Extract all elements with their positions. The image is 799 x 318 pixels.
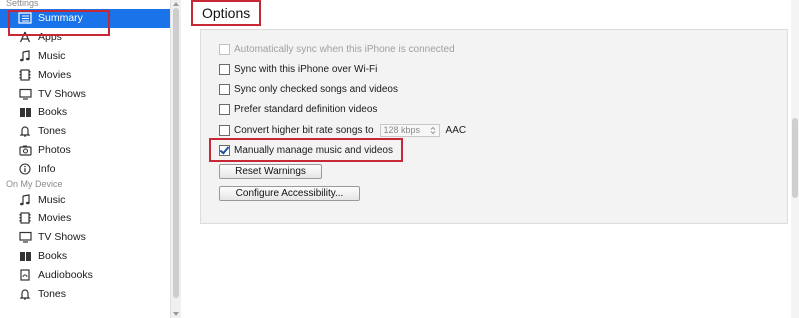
sidebar-item-label: Summary <box>38 12 83 25</box>
device-item-audiobooks[interactable]: Audiobooks <box>0 265 170 284</box>
auto-sync-checkbox[interactable] <box>219 43 230 55</box>
bitrate-select-value: 128 kbps <box>383 125 421 135</box>
bell-icon <box>18 124 32 138</box>
chevron-updown-icon <box>430 126 435 134</box>
sidebar-item-info[interactable]: Info <box>0 159 170 178</box>
wifi-sync-option[interactable]: Sync with this iPhone over Wi-Fi <box>219 62 377 76</box>
film-icon <box>18 68 32 82</box>
sidebar-item-label: TV Shows <box>38 87 86 100</box>
sidebar-item-label: Music <box>38 193 66 206</box>
sidebar-item-label: Tones <box>38 287 67 300</box>
convert-bitrate-option[interactable]: Convert higher bit rate songs to 128 kbp… <box>219 123 466 137</box>
standard-definition-option[interactable]: Prefer standard definition videos <box>219 102 377 116</box>
camera-icon <box>18 143 32 157</box>
summary-icon <box>18 11 32 25</box>
auto-sync-option[interactable]: Automatically sync when this iPhone is c… <box>219 42 455 56</box>
option-label: Sync only checked songs and videos <box>234 83 398 95</box>
device-item-books[interactable]: Books <box>0 247 170 266</box>
settings-section-header: Settings <box>6 0 39 8</box>
main-scrollbar[interactable] <box>791 0 799 318</box>
sidebar-item-tones[interactable]: Tones <box>0 122 170 141</box>
music-note-icon <box>18 193 32 207</box>
music-note-icon <box>18 49 32 63</box>
options-title: Options <box>191 0 261 26</box>
device-item-tv-shows[interactable]: TV Shows <box>0 228 170 247</box>
audiobook-icon <box>18 268 32 282</box>
bitrate-format-label: AAC <box>445 124 467 136</box>
main-content: Options Automatically sync when this iPh… <box>181 0 799 318</box>
main-scrollbar-thumb[interactable] <box>792 118 798 198</box>
convert-bitrate-checkbox[interactable] <box>219 124 230 136</box>
wifi-sync-checkbox[interactable] <box>219 63 230 75</box>
sidebar-item-label: Info <box>38 162 56 175</box>
tv-icon <box>18 87 32 101</box>
option-label: Prefer standard definition videos <box>234 103 378 115</box>
sidebar-item-label: Apps <box>38 31 62 44</box>
bell-icon <box>18 287 32 301</box>
sidebar-item-photos[interactable]: Photos <box>0 141 170 160</box>
sidebar-item-label: Books <box>38 106 68 119</box>
sidebar-item-movies[interactable]: Movies <box>0 65 170 84</box>
sidebar-item-label: Audiobooks <box>38 268 93 281</box>
sync-checked-option[interactable]: Sync only checked songs and videos <box>219 82 398 96</box>
sidebar-item-label: Tones <box>38 125 67 138</box>
book-icon <box>18 105 32 119</box>
info-icon <box>18 162 32 176</box>
device-item-movies[interactable]: Movies <box>0 209 170 228</box>
sidebar-item-books[interactable]: Books <box>0 103 170 122</box>
sidebar-item-label: Photos <box>38 143 71 156</box>
sidebar-item-label: Books <box>38 249 68 262</box>
manual-manage-checkbox[interactable] <box>219 144 230 156</box>
sidebar-item-label: Music <box>38 49 66 62</box>
sidebar-item-label: TV Shows <box>38 231 86 244</box>
manual-manage-option[interactable]: Manually manage music and videos <box>219 143 393 157</box>
option-label: Automatically sync when this iPhone is c… <box>234 43 455 55</box>
standard-definition-checkbox[interactable] <box>219 103 230 115</box>
configure-accessibility-button[interactable]: Configure Accessibility... <box>219 186 360 201</box>
sidebar-item-music[interactable]: Music <box>0 47 170 66</box>
scroll-up-arrow-icon[interactable] <box>173 2 179 6</box>
device-item-music[interactable]: Music <box>0 190 170 209</box>
sidebar: Settings Summary Apps Music Movies TV Sh… <box>0 0 170 318</box>
tv-icon <box>18 230 32 244</box>
options-panel: Automatically sync when this iPhone is c… <box>200 29 788 224</box>
book-icon <box>18 249 32 263</box>
scrollbar-thumb[interactable] <box>173 8 179 298</box>
sidebar-item-apps[interactable]: Apps <box>0 28 170 47</box>
film-icon <box>18 211 32 225</box>
option-label: Sync with this iPhone over Wi-Fi <box>234 63 378 75</box>
sidebar-item-tv-shows[interactable]: TV Shows <box>0 84 170 103</box>
sidebar-item-label: Movies <box>38 212 72 225</box>
sync-checked-checkbox[interactable] <box>219 83 230 95</box>
device-item-tones[interactable]: Tones <box>0 284 170 303</box>
on-my-device-section-header: On My Device <box>6 179 63 190</box>
option-label: Manually manage music and videos <box>234 144 393 156</box>
sidebar-item-summary[interactable]: Summary <box>0 9 170 28</box>
apps-icon <box>18 30 32 44</box>
scroll-down-arrow-icon[interactable] <box>173 312 179 316</box>
reset-warnings-button[interactable]: Reset Warnings <box>219 164 322 179</box>
bitrate-select[interactable]: 128 kbps <box>379 123 440 137</box>
sidebar-scrollbar[interactable] <box>170 0 181 318</box>
sidebar-item-label: Movies <box>38 68 72 81</box>
option-label: Convert higher bit rate songs to <box>234 124 374 136</box>
